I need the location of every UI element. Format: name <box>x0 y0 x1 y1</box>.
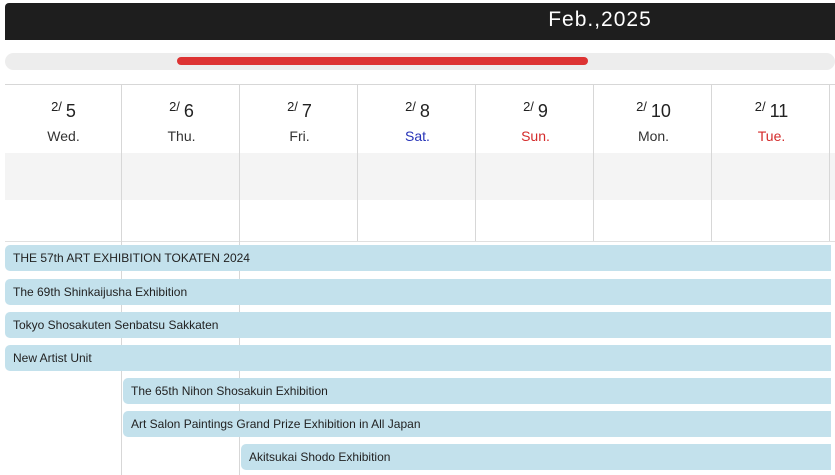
day-date: 2/7 <box>287 99 312 121</box>
event-bar[interactable]: Tokyo Shosakuten Senbatsu Sakkaten <box>5 312 831 338</box>
day-of-week: Mon. <box>637 128 670 144</box>
day-date: 2/6 <box>169 99 194 121</box>
day-header-feb-9[interactable]: 2/9 Sun. <box>477 99 594 144</box>
day-of-week: Fri. <box>289 128 310 144</box>
event-bar[interactable]: New Artist Unit <box>5 345 831 371</box>
day-date: 2/8 <box>405 99 430 121</box>
day-of-week: Tue. <box>757 128 786 144</box>
day-header-feb-7[interactable]: 2/7 Fri. <box>241 99 358 144</box>
event-bar[interactable]: Art Salon Paintings Grand Prize Exhibiti… <box>123 411 831 437</box>
day-date: 2/9 <box>523 99 548 121</box>
event-bar[interactable]: The 65th Nihon Shosakuin Exhibition <box>123 378 831 404</box>
event-bar[interactable]: THE 57th ART EXHIBITION TOKATEN 2024 <box>5 245 831 271</box>
day-of-week: Wed. <box>47 128 80 144</box>
day-date: 2/5 <box>51 99 76 121</box>
day-header-feb-5[interactable]: 2/5 Wed. <box>5 99 122 144</box>
row-divider <box>5 241 835 242</box>
calendar-grid: 2/5 Wed. 2/6 Thu. 2/7 Fri. 2/8 Sat. 2/9 … <box>5 84 835 475</box>
day-header-feb-11[interactable]: 2/11 Tue. <box>713 99 830 144</box>
event-bar[interactable]: Akitsukai Shodo Exhibition <box>241 444 831 470</box>
day-date: 2/10 <box>636 99 671 121</box>
month-title: Feb.,2025 <box>548 8 652 31</box>
day-of-week: Sun. <box>521 128 550 144</box>
day-header-feb-6[interactable]: 2/6 Thu. <box>123 99 240 144</box>
day-header-feb-8[interactable]: 2/8 Sat. <box>359 99 476 144</box>
day-of-week: Thu. <box>167 128 196 144</box>
calendar-header: Feb.,2025 <box>5 3 835 40</box>
day-header-feb-10[interactable]: 2/10 Mon. <box>595 99 712 144</box>
horizontal-scrollbar-thumb[interactable] <box>177 57 588 65</box>
day-date: 2/11 <box>754 99 789 121</box>
event-bar[interactable]: The 69th Shinkaijusha Exhibition <box>5 279 831 305</box>
day-of-week: Sat. <box>405 128 430 144</box>
